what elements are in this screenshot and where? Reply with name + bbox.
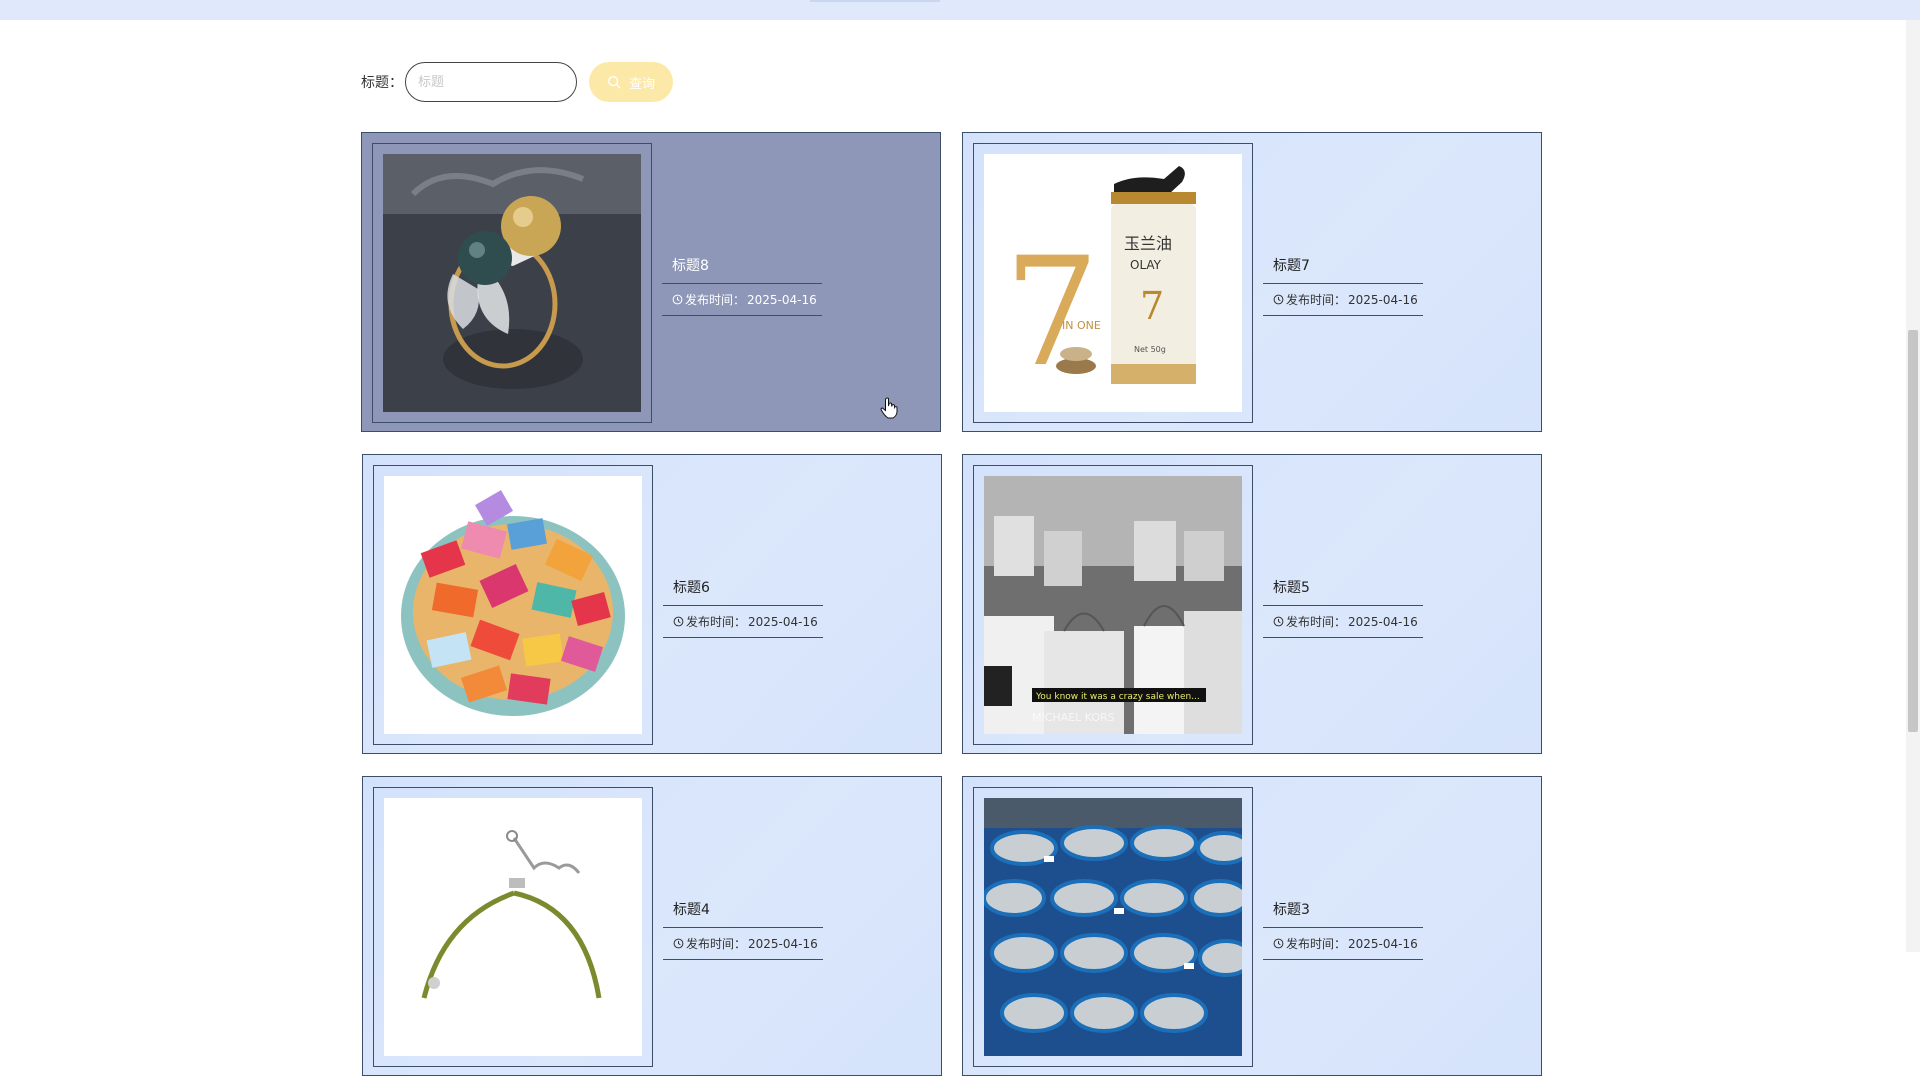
olay-brand-text: OLAY [1130, 258, 1162, 272]
card-title: 标题7 [1263, 255, 1423, 284]
scrollbar[interactable] [1906, 20, 1920, 952]
card-date: 发布时间： 2025-04-16 [1263, 284, 1423, 316]
olay-weight-text: Net 50g [1134, 345, 1166, 354]
card-date-label: 发布时间： [1286, 937, 1347, 951]
fish-tray-photo [984, 798, 1242, 1056]
olay-big-seven: 7 [1004, 226, 1099, 400]
card-date: 发布时间： 2025-04-16 [662, 284, 822, 316]
card-title: 标题4 [663, 899, 823, 928]
card-date-value: 2025-04-16 [747, 292, 817, 307]
pearl-ring-photo [383, 154, 641, 412]
card-date-label: 发布时间： [686, 937, 747, 951]
search-button-label: 查询 [628, 76, 655, 92]
clock-icon [1273, 294, 1284, 305]
bags-caption-text: You know it was a crazy sale when... [1035, 692, 1200, 702]
news-card[interactable]: 7 IN ONE 玉兰油 OLAY 7 Net 50g 标题7 发布时间： 20… [962, 132, 1542, 432]
card-info: 标题8 发布时间： 2025-04-16 [662, 255, 822, 316]
search-button[interactable]: 查询 [589, 62, 673, 102]
card-info: 标题5 发布时间： 2025-04-16 [1263, 577, 1423, 638]
card-date: 发布时间： 2025-04-16 [1263, 928, 1423, 960]
bracelet-photo [384, 798, 642, 1056]
card-title: 标题3 [1263, 899, 1423, 928]
card-info: 标题4 发布时间： 2025-04-16 [663, 899, 823, 960]
card-title: 标题5 [1263, 577, 1423, 606]
card-date-value: 2025-04-16 [1348, 292, 1418, 307]
top-bar-indicator [810, 0, 940, 2]
clock-icon [673, 938, 684, 949]
news-card[interactable]: 标题6 发布时间： 2025-04-16 [362, 454, 942, 754]
search-input[interactable] [405, 62, 577, 102]
card-date-value: 2025-04-16 [1348, 936, 1418, 951]
search-label: 标题： [361, 75, 403, 91]
search-bar: 标题： 查询 [361, 61, 673, 103]
clock-icon [1273, 616, 1284, 627]
card-date-value: 2025-04-16 [748, 614, 818, 629]
olay-cream-photo: 7 IN ONE 玉兰油 OLAY 7 Net 50g [984, 154, 1242, 412]
card-title: 标题8 [662, 255, 822, 284]
shopping-bags-photo: You know it was a crazy sale when... MIC… [984, 476, 1242, 734]
olay-in-one-text: IN ONE [1062, 319, 1101, 332]
search-icon [608, 76, 621, 89]
card-title: 标题6 [663, 577, 823, 606]
card-image-frame: 7 IN ONE 玉兰油 OLAY 7 Net 50g [973, 143, 1253, 423]
bags-brand-text: MICHAEL KORS [1032, 711, 1115, 724]
scrollbar-thumb[interactable] [1908, 330, 1918, 732]
card-info: 标题3 发布时间： 2025-04-16 [1263, 899, 1423, 960]
news-card[interactable]: 标题3 发布时间： 2025-04-16 [962, 776, 1542, 1076]
card-image-frame [372, 143, 652, 423]
card-info: 标题7 发布时间： 2025-04-16 [1263, 255, 1423, 316]
clock-icon [672, 294, 683, 305]
card-date-value: 2025-04-16 [748, 936, 818, 951]
card-date: 发布时间： 2025-04-16 [1263, 606, 1423, 638]
card-date: 发布时间： 2025-04-16 [663, 606, 823, 638]
card-image-frame [973, 787, 1253, 1067]
card-info: 标题6 发布时间： 2025-04-16 [663, 577, 823, 638]
card-date-label: 发布时间： [1286, 615, 1347, 629]
card-date-label: 发布时间： [685, 293, 746, 307]
card-date: 发布时间： 2025-04-16 [663, 928, 823, 960]
card-image-frame [373, 787, 653, 1067]
card-date-label: 发布时间： [686, 615, 747, 629]
candy-plate-photo [384, 476, 642, 734]
card-image-frame [373, 465, 653, 745]
card-date-label: 发布时间： [1286, 293, 1347, 307]
olay-brand-cn-text: 玉兰油 [1124, 234, 1172, 253]
card-date-value: 2025-04-16 [1348, 614, 1418, 629]
olay-small-seven: 7 [1140, 284, 1164, 328]
clock-icon [673, 616, 684, 627]
news-card[interactable]: You know it was a crazy sale when... MIC… [962, 454, 1542, 754]
top-bar [0, 0, 1920, 20]
clock-icon [1273, 938, 1284, 949]
news-card[interactable]: 标题4 发布时间： 2025-04-16 [362, 776, 942, 1076]
news-card[interactable]: 标题8 发布时间： 2025-04-16 [361, 132, 941, 432]
card-image-frame: You know it was a crazy sale when... MIC… [973, 465, 1253, 745]
